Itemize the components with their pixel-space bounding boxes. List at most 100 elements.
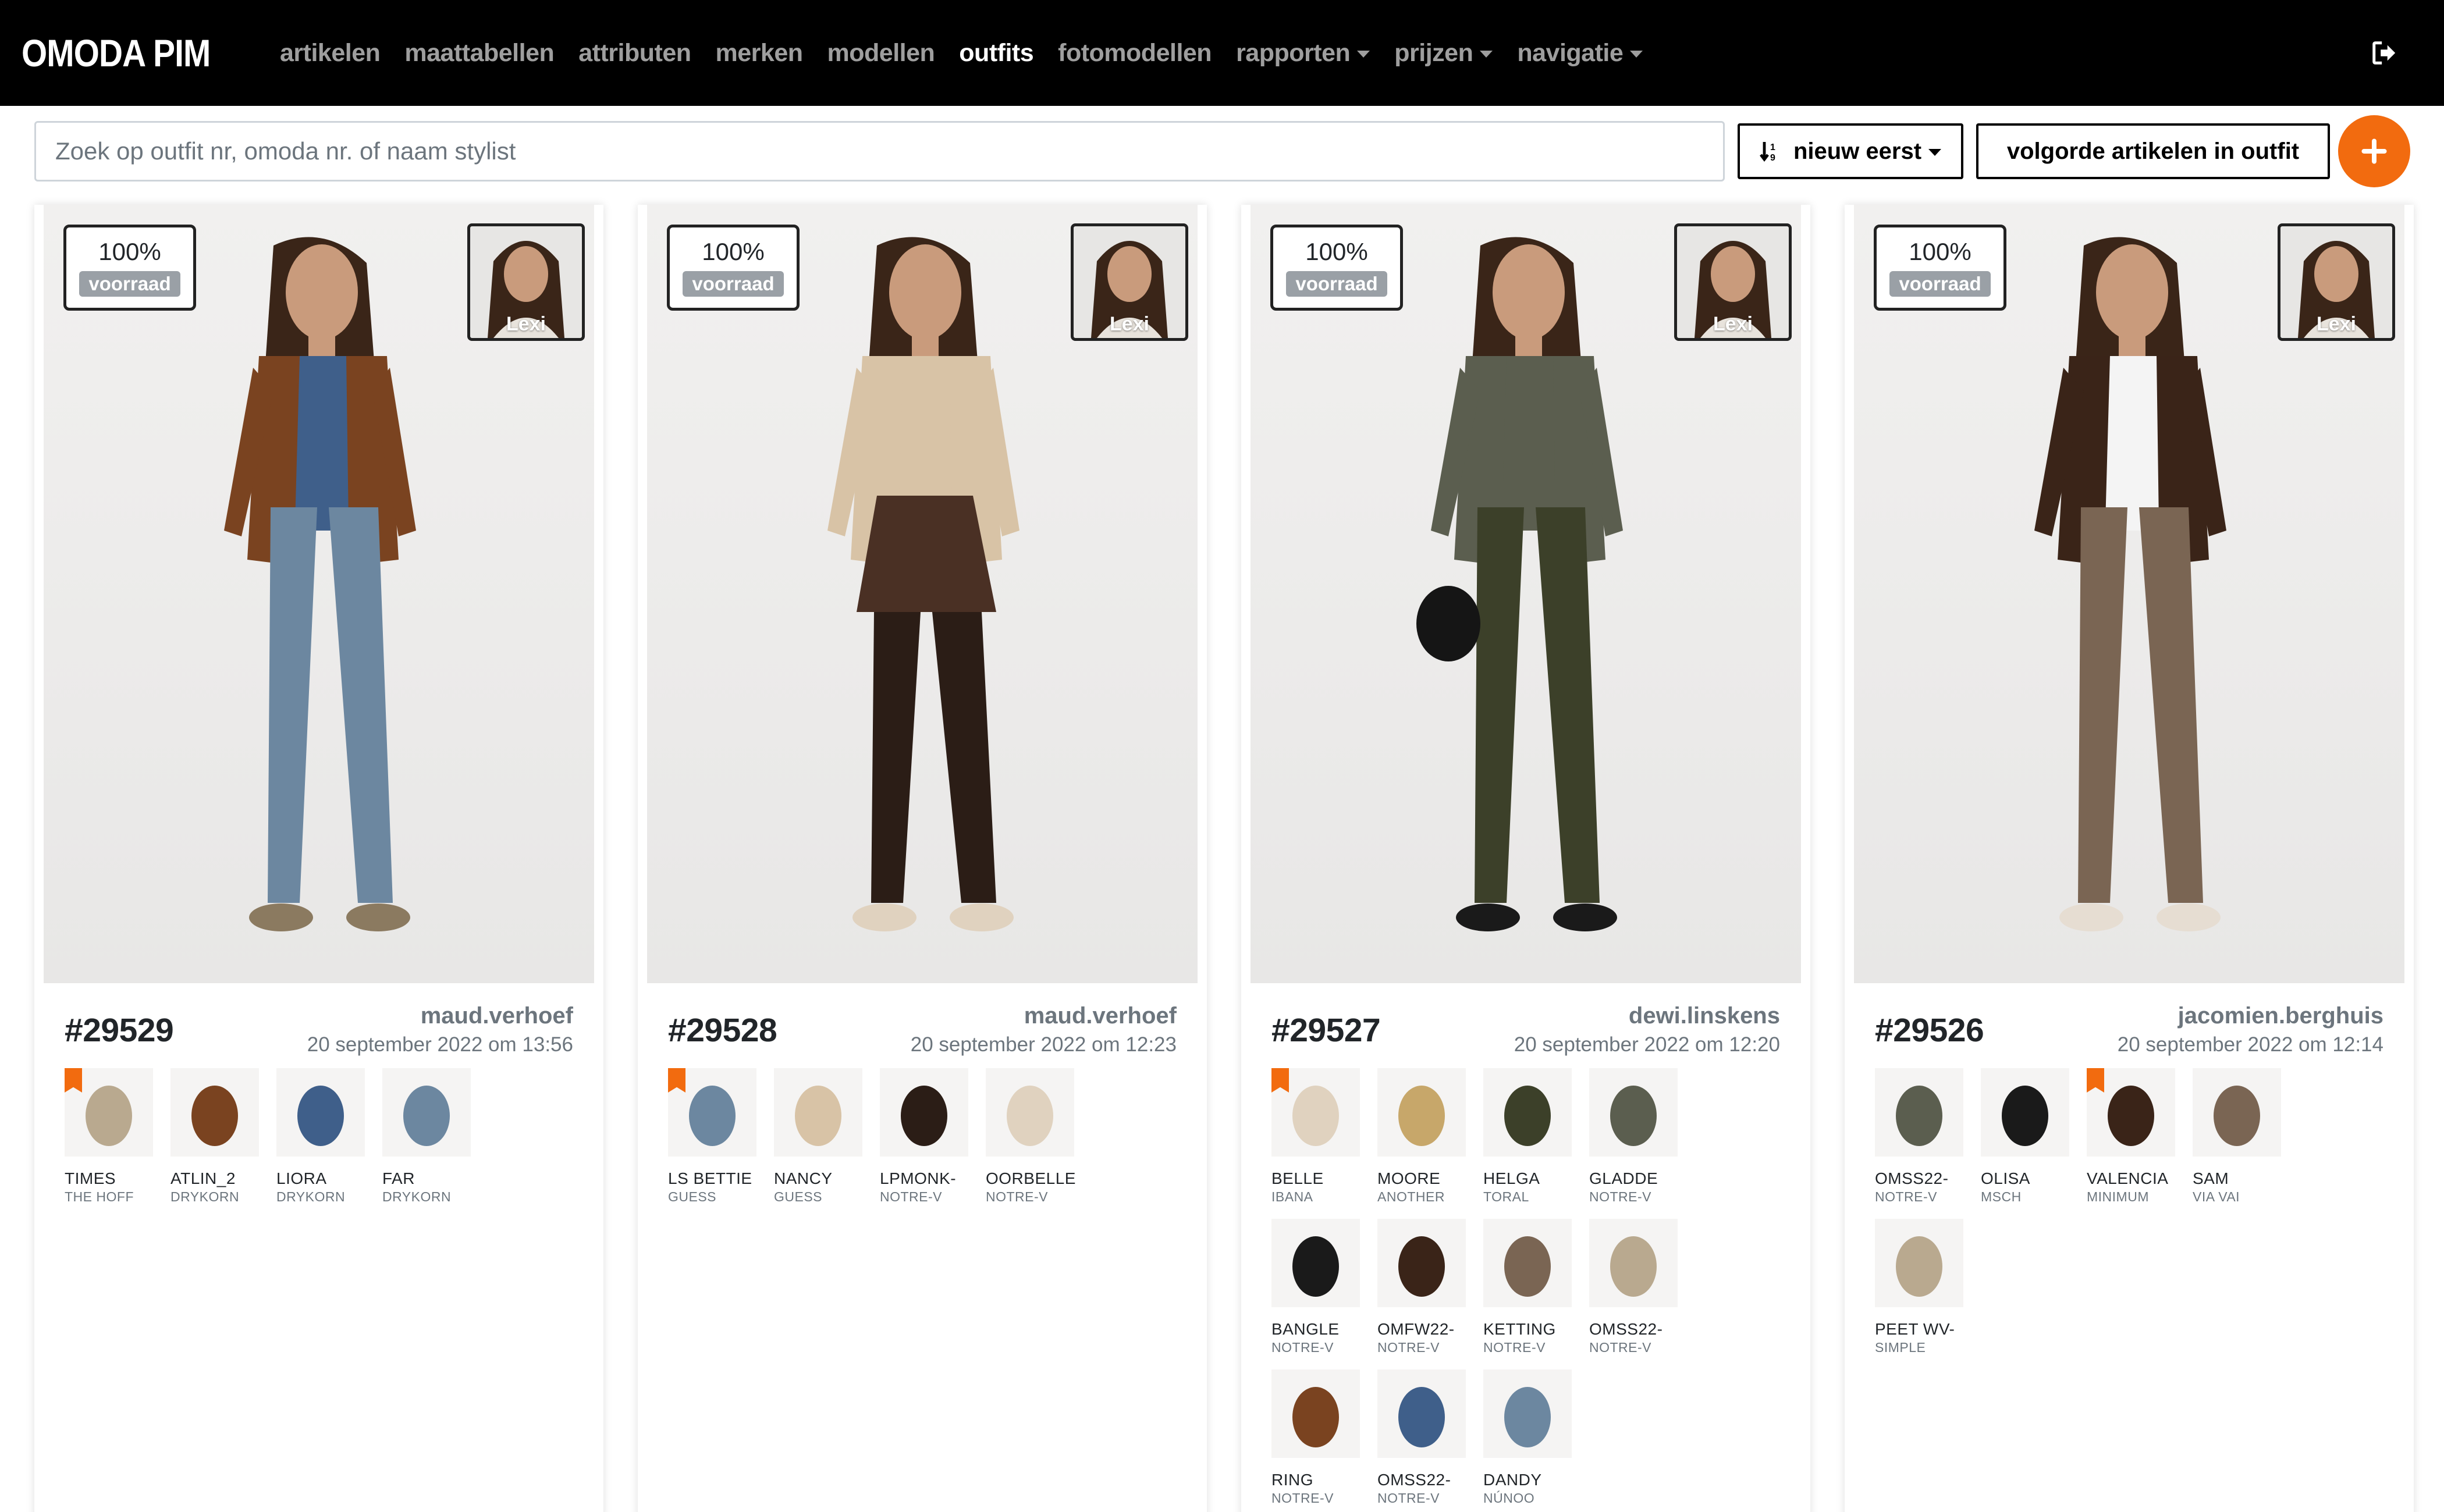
item-thumbnail[interactable] [1271,1219,1360,1307]
model-name: Lexi [1713,313,1753,335]
outfit-item[interactable]: OMSS22- NOTRE-V [1377,1369,1466,1506]
item-name: FAR [382,1169,415,1187]
outfit-id[interactable]: #29527 [1271,1011,1381,1049]
outfit-item[interactable]: DANDY NÚNOO [1483,1369,1572,1506]
item-thumbnail[interactable] [668,1068,756,1157]
outfit-id[interactable]: #29529 [65,1011,174,1049]
nav-item-merken[interactable]: merken [704,39,815,67]
nav-item-outfits[interactable]: outfits [947,39,1046,67]
nav-item-attributen[interactable]: attributen [566,39,703,67]
model-avatar[interactable]: Lexi [1674,223,1792,341]
outfit-item[interactable]: KETTING NOTRE-V [1483,1219,1572,1356]
model-avatar[interactable]: Lexi [1071,223,1188,341]
outfit-item[interactable]: MOORE ANOTHER [1377,1068,1466,1205]
item-thumbnail[interactable] [774,1068,862,1157]
item-name: ATLIN_2 [170,1169,236,1187]
item-thumbnail[interactable] [65,1068,153,1157]
item-brand: VIA VAI [2193,1189,2240,1204]
outfit-item[interactable]: OLISA MSCH [1981,1068,2069,1205]
search-input[interactable] [34,121,1725,182]
item-thumbnail[interactable] [1483,1219,1572,1307]
stock-percent: 100% [702,237,765,265]
item-name: SAM [2193,1169,2229,1187]
outfit-item[interactable]: OMSS22- NOTRE-V [1875,1068,1963,1205]
nav-item-fotomodellen[interactable]: fotomodellen [1046,39,1224,67]
item-thumbnail[interactable] [986,1068,1074,1157]
nav-item-modellen[interactable]: modellen [815,39,947,67]
outfit-item[interactable]: OORBELLE NOTRE-V [986,1068,1076,1205]
outfit-item[interactable]: GLADDE NOTRE-V [1589,1068,1678,1205]
item-thumbnail[interactable] [1589,1068,1678,1157]
item-thumbnail[interactable] [170,1068,259,1157]
nav-item-rapporten[interactable]: rapporten [1224,39,1382,67]
item-thumbnail[interactable] [2193,1068,2281,1157]
outfit-item[interactable]: BANGLE NOTRE-V [1271,1219,1360,1356]
nav-item-prijzen[interactable]: prijzen [1382,39,1505,67]
item-thumbnail[interactable] [1271,1068,1360,1157]
outfit-item[interactable]: BELLE IBANA [1271,1068,1360,1205]
item-name: BELLE [1271,1169,1324,1187]
outfit-card[interactable]: 100% voorraad Lexi #29526 jacomien.bergh… [1845,205,2414,1512]
item-thumbnail[interactable] [880,1068,968,1157]
nav-item-navigatie[interactable]: navigatie [1505,39,1655,67]
outfit-item[interactable]: RING NOTRE-V [1271,1369,1360,1506]
model-avatar[interactable]: Lexi [2278,223,2395,341]
nav-label: merken [715,38,803,67]
item-brand: TORAL [1483,1189,1529,1204]
outfit-item[interactable]: LPMONK- NOTRE-V [880,1068,968,1205]
outfit-item[interactable]: ATLIN_2 DRYKORN [170,1068,259,1205]
stock-percent: 100% [1305,237,1368,265]
outfit-item[interactable]: LIORA DRYKORN [276,1068,365,1205]
nav-label: outfits [959,38,1034,67]
outfit-photo[interactable]: 100% voorraad Lexi [44,205,594,983]
outfit-photo[interactable]: 100% voorraad Lexi [647,205,1198,983]
item-thumbnail[interactable] [276,1068,365,1157]
outfit-item[interactable]: SAM VIA VAI [2193,1068,2281,1205]
item-thumbnail[interactable] [1377,1219,1466,1307]
item-thumbnail[interactable] [1875,1068,1963,1157]
outfit-item[interactable]: OMFW22- NOTRE-V [1377,1219,1466,1356]
item-thumbnail[interactable] [1271,1369,1360,1458]
item-thumbnail[interactable] [2087,1068,2175,1157]
outfit-card[interactable]: 100% voorraad Lexi #29528 maud.verhoef 2… [638,205,1207,1512]
item-thumbnail[interactable] [1981,1068,2069,1157]
item-thumbnail[interactable] [382,1068,471,1157]
item-thumbnail[interactable] [1589,1219,1678,1307]
item-brand: NOTRE-V [1377,1340,1440,1355]
outfit-item[interactable]: NANCY GUESS [774,1068,862,1205]
nav-item-artikelen[interactable]: artikelen [268,39,392,67]
nav-label: artikelen [280,38,381,67]
outfit-item[interactable]: HELGA TORAL [1483,1068,1572,1205]
outfit-item[interactable]: TIMES THE HOFF [65,1068,153,1205]
model-avatar[interactable]: Lexi [467,223,585,341]
nav-item-maattabellen[interactable]: maattabellen [392,39,566,67]
outfit-item[interactable]: FAR DRYKORN [382,1068,471,1205]
item-name: OORBELLE [986,1169,1076,1187]
item-thumbnail[interactable] [1483,1068,1572,1157]
item-thumbnail[interactable] [1483,1369,1572,1458]
item-name: OMSS22- [1875,1169,1949,1187]
outfit-item[interactable]: OMSS22- NOTRE-V [1589,1219,1678,1356]
outfit-id[interactable]: #29528 [668,1011,777,1049]
brand-logo[interactable]: OMODA PIM [22,31,219,75]
outfit-item[interactable]: PEET WV- SIMPLE [1875,1219,1963,1356]
outfit-item[interactable]: VALENCIA MINIMUM [2087,1068,2175,1205]
item-thumbnail[interactable] [1377,1369,1466,1458]
outfit-photo[interactable]: 100% voorraad Lexi [1854,205,2404,983]
item-brand: NOTRE-V [1589,1340,1651,1355]
sort-dropdown-button[interactable]: 1 9 nieuw eerst [1738,123,1963,179]
item-order-button[interactable]: volgorde artikelen in outfit [1976,123,2330,179]
item-thumbnail[interactable] [1875,1219,1963,1307]
add-outfit-button[interactable] [2338,115,2410,187]
outfit-item[interactable]: LS BETTIE GUESS [668,1068,756,1205]
item-brand: NOTRE-V [1483,1340,1546,1355]
item-brand: NOTRE-V [986,1189,1048,1204]
nav-label: maattabellen [404,38,555,67]
sign-out-icon[interactable] [2371,40,2397,66]
outfit-photo[interactable]: 100% voorraad Lexi [1251,205,1801,983]
outfit-id[interactable]: #29526 [1875,1011,1984,1049]
item-thumbnail[interactable] [1377,1068,1466,1157]
chevron-down-icon [1480,51,1493,58]
outfit-card[interactable]: 100% voorraad Lexi #29527 dewi.linskens … [1241,205,1810,1512]
outfit-card[interactable]: 100% voorraad Lexi #29529 maud.verhoef 2… [34,205,603,1512]
